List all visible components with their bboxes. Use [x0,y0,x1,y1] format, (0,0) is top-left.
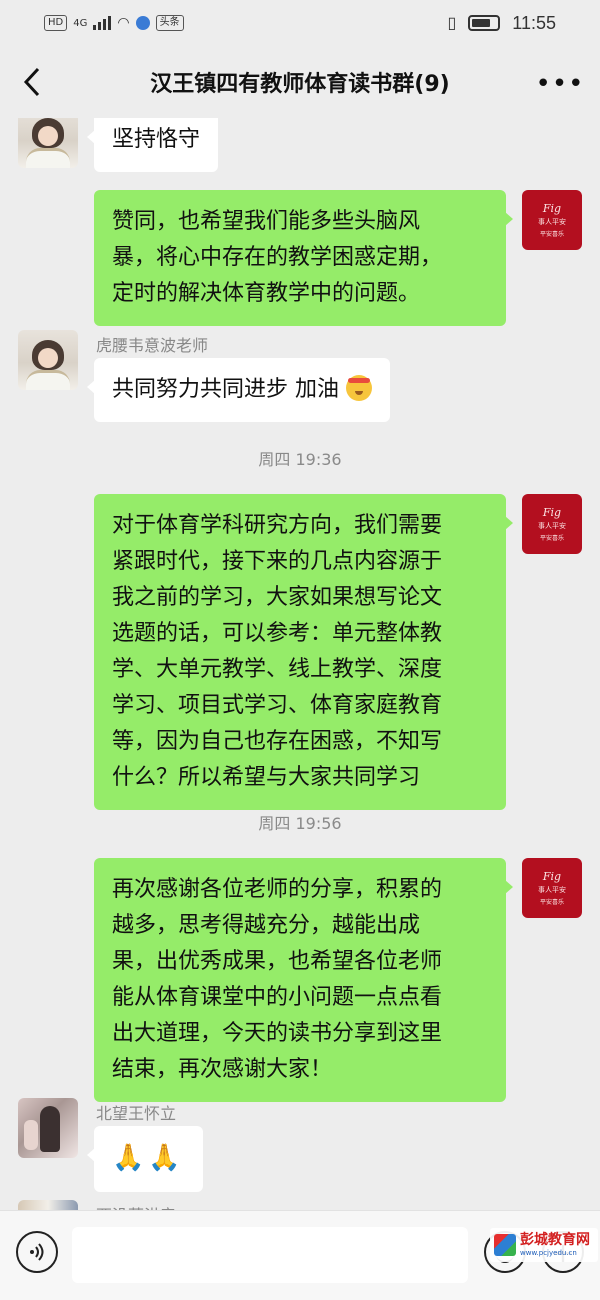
more-button[interactable]: ••• [536,66,584,102]
message-bubble[interactable]: 坚持恪守 [86,118,219,172]
sender-name: 虎腰韦意波老师 [96,336,209,355]
message-text: 对于体育学科研究方向，我们需要 紧跟时代，接下来的几点内容源于 我之前的学习，大… [112,513,443,790]
message-bubble[interactable]: 对于体育学科研究方向，我们需要 紧跟时代，接下来的几点内容源于 我之前的学习，大… [94,494,513,810]
vibrate-icon: ▯ [447,15,457,32]
browser-icon [135,16,150,30]
avatar[interactable]: Fig 事人平安 平安喜乐 [522,494,582,554]
voice-icon [30,1243,44,1261]
message-row: 坚持恪守 [0,118,600,172]
watermark-title: 彭城教育网 [520,1232,590,1248]
message-row: 虎腰韦意波老师 共同努力共同进步 加油 [0,330,600,422]
message-text: 赞同，也希望我们能多些头脑风 暴，将心中存在的教学困惑定期， 定时的解决体育教学… [112,209,443,306]
watermark-url: www.pcjyedu.cn [520,1249,577,1257]
status-bar: HD 4G ◠ 头条 ▯ 11:55 [0,0,600,46]
watermark: 彭城教育网 www.pcjyedu.cn [490,1228,598,1262]
message-bubble[interactable]: 共同努力共同进步 加油 [87,358,390,422]
voice-button[interactable] [16,1231,58,1273]
avatar[interactable]: Fig 事人平安 平安喜乐 [522,858,582,918]
message-bubble[interactable]: 🙏🙏 [87,1126,203,1192]
watermark-logo-icon [494,1234,516,1256]
chat-header: 汉王镇四有教师体育读书群(9) ••• [0,46,600,118]
message-text: 坚持恪守 [112,127,201,152]
battery-icon [468,15,501,31]
signal-icon [93,16,112,30]
sender-name: 北望王怀立 [96,1104,177,1123]
status-right: ▯ 11:55 [447,13,556,34]
wifi-icon: ◠ [117,15,130,31]
message-text: 共同努力共同进步 加油 [112,377,339,402]
avatar[interactable] [18,1098,78,1158]
message-text: 再次感谢各位老师的分享，积累的 越多，思考得越充分，越能出成 果，出优秀成果，也… [112,877,443,1082]
timestamp: 周四 19:56 [258,814,342,833]
more-dots-icon: ••• [535,69,585,99]
clock: 11:55 [512,12,556,33]
sender-name: 西没薛洪章 [96,1202,176,1210]
message-input[interactable] [72,1227,468,1283]
back-button[interactable] [14,64,50,100]
pray-emoji-icon: 🙏🙏 [112,1143,185,1173]
message-bubble[interactable]: 赞同，也希望我们能多些头脑风 暴，将心中存在的教学困惑定期， 定时的解决体育教学… [94,190,513,326]
avatar[interactable] [18,118,78,168]
fighting-emoji-icon [346,375,372,401]
avatar[interactable]: Fig 事人平安 平安喜乐 [522,190,582,250]
status-left: HD 4G ◠ 头条 [44,15,184,31]
network-badge: 4G [73,17,88,29]
chat-title: 汉王镇四有教师体育读书群(9) [150,72,450,97]
message-row: 北望王怀立 🙏🙏 [0,1098,600,1192]
chevron-left-icon [23,67,40,97]
chat-area[interactable]: 坚持恪守 Fig 事人平安 平安喜乐 赞同，也希望我们能多些头脑风 暴，将心中存在的… [0,118,600,1210]
avatar[interactable] [18,330,78,390]
avatar[interactable] [18,1200,78,1210]
timestamp: 周四 19:36 [258,450,342,469]
message-bubble[interactable]: 再次感谢各位老师的分享，积累的 越多，思考得越充分，越能出成 果，出优秀成果，也… [94,858,513,1102]
hd-badge: HD [44,15,68,31]
watermark-text: 彭城教育网 www.pcjyedu.cn [520,1232,590,1258]
app-badge: 头条 [155,15,184,31]
